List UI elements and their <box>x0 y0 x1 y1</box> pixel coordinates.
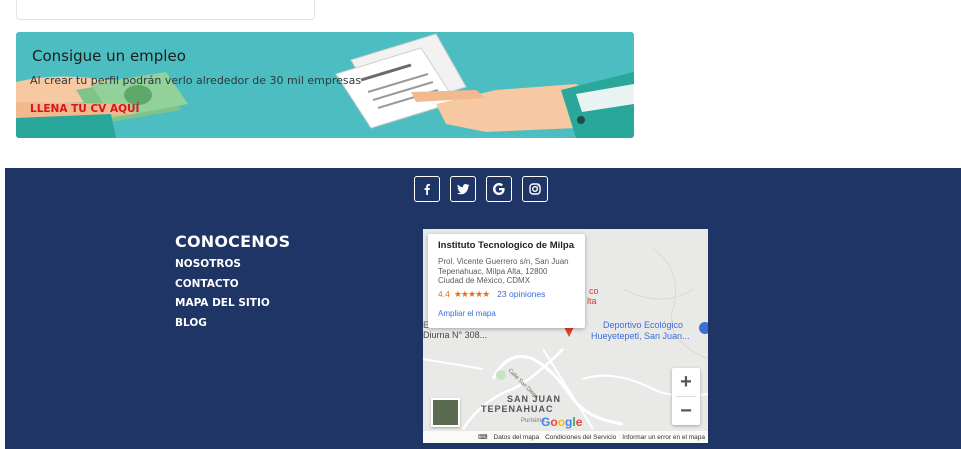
social-links <box>414 176 548 202</box>
google-icon[interactable] <box>486 176 512 202</box>
address-line-1: Prol. Vicente Guerrero s/n, San Juan <box>438 257 569 266</box>
report-error-link[interactable]: Informar un error en el mapa <box>622 434 705 441</box>
zoom-out-button[interactable]: − <box>672 397 700 425</box>
embedded-map[interactable]: Deportivo Ecológico Hueyetepetl, San Jua… <box>423 229 708 443</box>
map-data-link[interactable]: Datos del mapa <box>494 434 540 441</box>
link-mapa-del-sitio[interactable]: MAPA DEL SITIO <box>175 294 290 314</box>
search-field-remnant[interactable] <box>16 0 315 20</box>
footer-links: CONOCENOS NOSOTROS CONTACTO MAPA DEL SIT… <box>175 232 290 333</box>
place-title: Instituto Tecnologico de Milpa... <box>438 240 575 251</box>
expand-map-link[interactable]: Ampliar el mapa <box>438 309 575 318</box>
map-label-diurna: Diurna N° 308... <box>423 330 488 340</box>
map-label-lta: lta <box>587 296 597 306</box>
map-label-co: co <box>589 286 599 296</box>
rating-stars: ★★★★★ <box>453 288 490 299</box>
map-label-deportivo-2: Hueyetepetl, San Juan... <box>591 331 690 341</box>
place-rating: 4.4 ★★★★★ 23 opiniones <box>438 289 575 300</box>
satellite-toggle[interactable] <box>431 398 460 427</box>
address-line-2: Tepenahuac, Milpa Alta, 12800 <box>438 266 548 276</box>
link-nosotros[interactable]: NOSOTROS <box>175 255 290 275</box>
link-blog[interactable]: BLOG <box>175 314 290 334</box>
banner-title: Consigue un empleo <box>32 47 186 65</box>
terms-link[interactable]: Condiciones del Servicio <box>545 434 616 441</box>
fill-cv-link[interactable]: LLENA TU CV AQUÍ <box>30 103 139 115</box>
site-footer: CONOCENOS NOSOTROS CONTACTO MAPA DEL SIT… <box>5 168 961 449</box>
twitter-icon[interactable] <box>450 176 476 202</box>
footer-heading: CONOCENOS <box>175 232 291 251</box>
instagram-icon[interactable] <box>522 176 548 202</box>
place-address: Prol. Vicente Guerrero s/n, San Juan Tep… <box>438 257 575 286</box>
address-line-3: Ciudad de México, CDMX <box>438 276 531 285</box>
map-label-tepenahuac: TEPENAHUAC <box>481 404 554 414</box>
keyboard-icon[interactable]: ⌨ <box>478 433 487 441</box>
map-attribution-bar: ⌨ Datos del mapa Condiciones del Servici… <box>423 431 708 443</box>
google-logo: Google <box>541 415 583 429</box>
map-label-san-juan: SAN JUAN <box>507 394 562 404</box>
facebook-icon[interactable] <box>414 176 440 202</box>
reviews-link[interactable]: 23 opiniones <box>497 289 545 299</box>
zoom-in-button[interactable]: + <box>672 368 700 396</box>
map-label-deportivo: Deportivo Ecológico <box>603 320 683 330</box>
map-label-deportivo-1: Deportivo Ecológico <box>603 320 684 330</box>
rating-score: 4.4 <box>438 289 450 299</box>
banner-subtitle: Al crear tu perfil podrán verlo alrededo… <box>30 74 362 87</box>
link-contacto[interactable]: CONTACTO <box>175 275 290 295</box>
place-info-card: Instituto Tecnologico de Milpa... Prol. … <box>428 234 585 328</box>
job-banner[interactable]: Consigue un empleo Al crear tu perfil po… <box>16 32 634 138</box>
zoom-controls: + − <box>672 368 700 425</box>
